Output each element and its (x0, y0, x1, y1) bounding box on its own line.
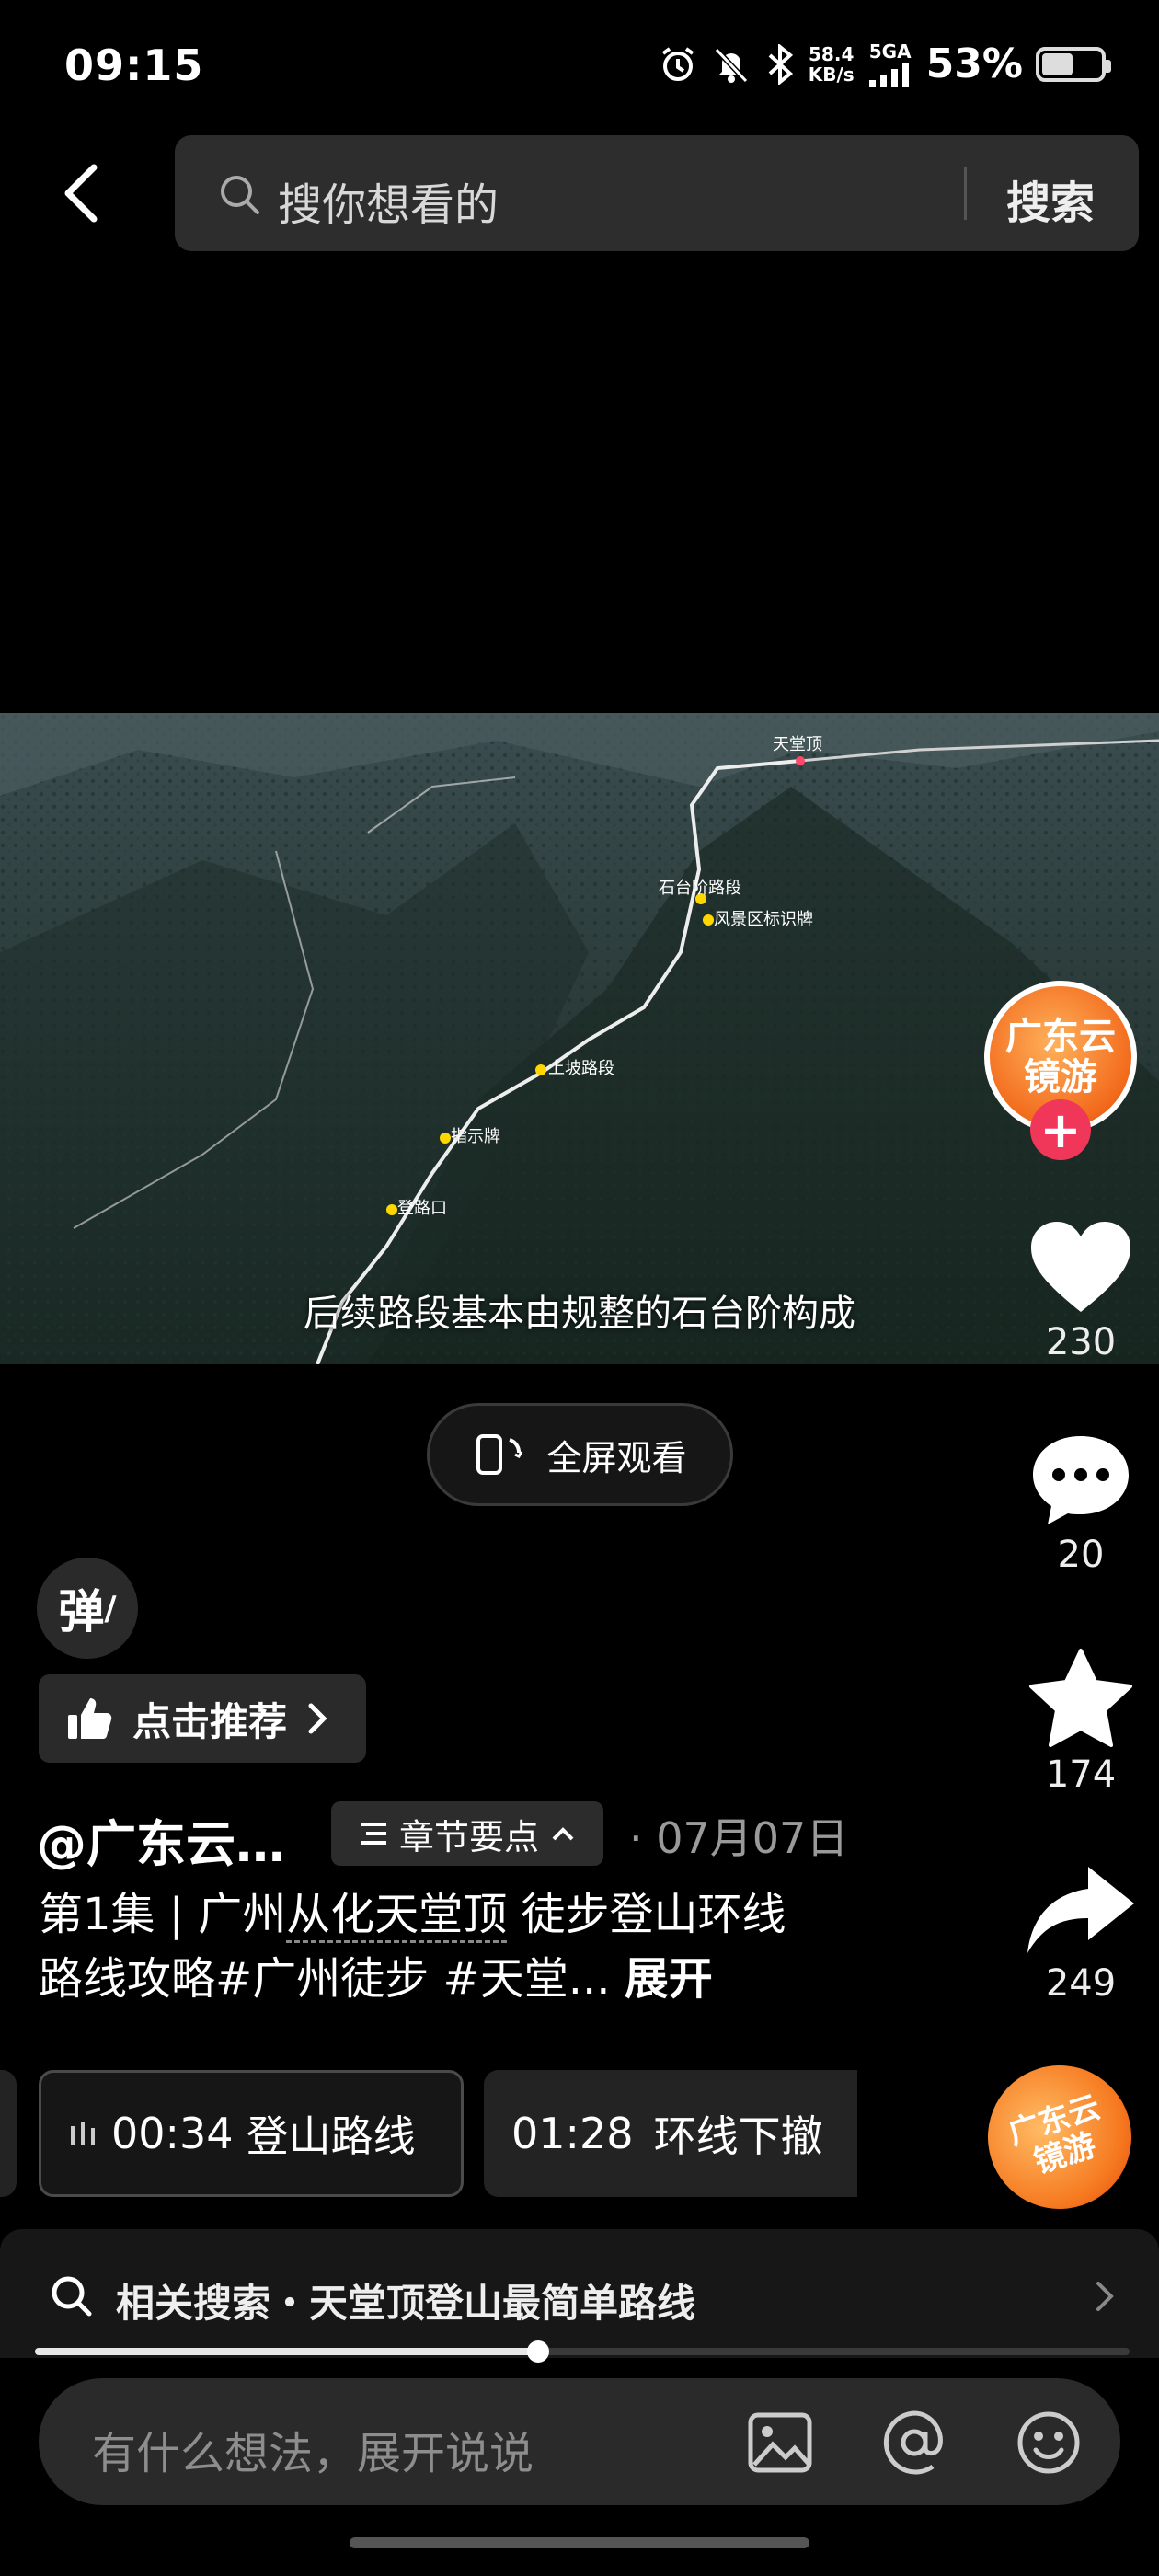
video-subtitle: 后续路段基本由规整的石台阶构成 (304, 1293, 855, 1335)
search-icon (221, 176, 259, 214)
signal-icon (868, 63, 909, 87)
share-count: 249 (1045, 1962, 1117, 2005)
mute-bell-icon (714, 47, 748, 83)
search-button[interactable]: 搜索 (1006, 167, 1095, 231)
search-icon (52, 2276, 92, 2317)
image-icon[interactable] (747, 2411, 813, 2474)
map-label-slope: 上坡路段 (548, 1059, 614, 1078)
thumbs-up-icon (68, 1698, 112, 1739)
map-label-peak: 天堂顶 (773, 735, 822, 754)
chapter-card-prev[interactable] (0, 2070, 17, 2197)
battery-percent: 53% (925, 40, 1023, 87)
post-date: · 07月07日 (629, 1813, 849, 1863)
share-button[interactable]: 249 (1003, 1863, 1159, 2005)
expand-button[interactable]: 展开 (625, 1953, 713, 2005)
chevron-left-icon (64, 164, 98, 223)
comment-input[interactable]: 有什么想法，展开说说 (39, 2378, 1120, 2505)
terrain-map-image: 天堂顶 石台阶路段 风景区标识牌 上坡路段 指示牌 登路口 (0, 713, 1159, 1364)
video-player[interactable]: 天堂顶 石台阶路段 风景区标识牌 上坡路段 指示牌 登路口 (0, 713, 1159, 1364)
battery-icon (1036, 46, 1111, 82)
fullscreen-label: 全屏观看 (546, 1437, 687, 1478)
follow-button[interactable]: + (1030, 1099, 1091, 1160)
chapter-label: 章节要点 (398, 1816, 539, 1857)
bluetooth-icon (768, 43, 793, 85)
battery-fill (1042, 52, 1073, 75)
fullscreen-button[interactable]: 全屏观看 (427, 1403, 733, 1506)
location-link[interactable]: 从化天堂顶 (286, 1889, 508, 1943)
search-bar[interactable]: 搜你想看的 搜索 (175, 135, 1139, 251)
chevron-up-icon (552, 1827, 574, 1841)
comment-button[interactable]: 20 (1003, 1431, 1159, 1576)
chapter-toggle[interactable]: 章节要点 (331, 1801, 603, 1866)
post-description[interactable]: 第1集 | 广州从化天堂顶 徒步登山环线 路线攻略#广州徒步 #天堂... 展开 (39, 1882, 866, 2011)
comment-count: 20 (1057, 1534, 1105, 1576)
search-input[interactable]: 搜你想看的 (278, 168, 499, 233)
map-label-stone-steps: 石台阶路段 (659, 879, 741, 898)
video-progress-fill (35, 2348, 539, 2355)
chapter-card[interactable]: 01:28 环线下撤 (484, 2070, 857, 2197)
alarm-icon (661, 46, 694, 81)
recommend-button[interactable]: 点击推荐 (39, 1674, 366, 1763)
like-button[interactable]: 230 (1003, 1216, 1159, 1363)
map-label-trail-entrance: 登路口 (397, 1199, 447, 1218)
net-speed: 58.4 KB/s (808, 42, 855, 86)
audio-bars-icon (71, 2122, 95, 2145)
chevron-right-icon (308, 1703, 327, 1734)
share-arrow-icon (1027, 1867, 1134, 1953)
author-name[interactable]: @广东云… (37, 1803, 285, 1876)
signal-strength: 5GA (867, 41, 913, 87)
back-button[interactable] (46, 156, 120, 230)
home-indicator[interactable] (350, 2537, 809, 2548)
map-label-signpost: 指示牌 (451, 1127, 500, 1146)
rotate-screen-icon (476, 1434, 523, 1475)
favorite-count: 174 (1045, 1754, 1117, 1796)
danmu-toggle[interactable]: 弹 / (37, 1558, 138, 1659)
related-search-text[interactable]: 相关搜索・天堂顶登山最简单路线 (116, 2272, 695, 2329)
chapter-card[interactable]: 00:34 登山路线 (39, 2070, 464, 2197)
chevron-right-icon (1096, 2282, 1114, 2311)
like-count: 230 (1045, 1321, 1117, 1363)
comment-placeholder: 有什么想法，展开说说 (92, 2428, 534, 2479)
map-label-scenic-sign: 风景区标识牌 (714, 910, 813, 929)
video-progress-knob[interactable] (527, 2340, 550, 2363)
status-icons: 58.4 KB/s 5GA 53% (658, 40, 1111, 87)
heart-icon (1031, 1222, 1130, 1312)
clock: 09:15 (64, 40, 204, 90)
music-disc-avatar[interactable]: 广东云镜游 (969, 2046, 1151, 2228)
star-icon (1029, 1649, 1132, 1747)
search-divider (964, 167, 967, 220)
status-bar: 09:15 58.4 KB/s 5GA 53% (0, 0, 1159, 138)
favorite-button[interactable]: 174 (1003, 1647, 1159, 1796)
list-icon (360, 1823, 386, 1845)
emoji-icon[interactable] (1016, 2409, 1082, 2476)
recommend-label: 点击推荐 (132, 1698, 288, 1744)
comment-bubble-icon (1033, 1436, 1129, 1524)
mention-icon[interactable] (881, 2409, 947, 2476)
